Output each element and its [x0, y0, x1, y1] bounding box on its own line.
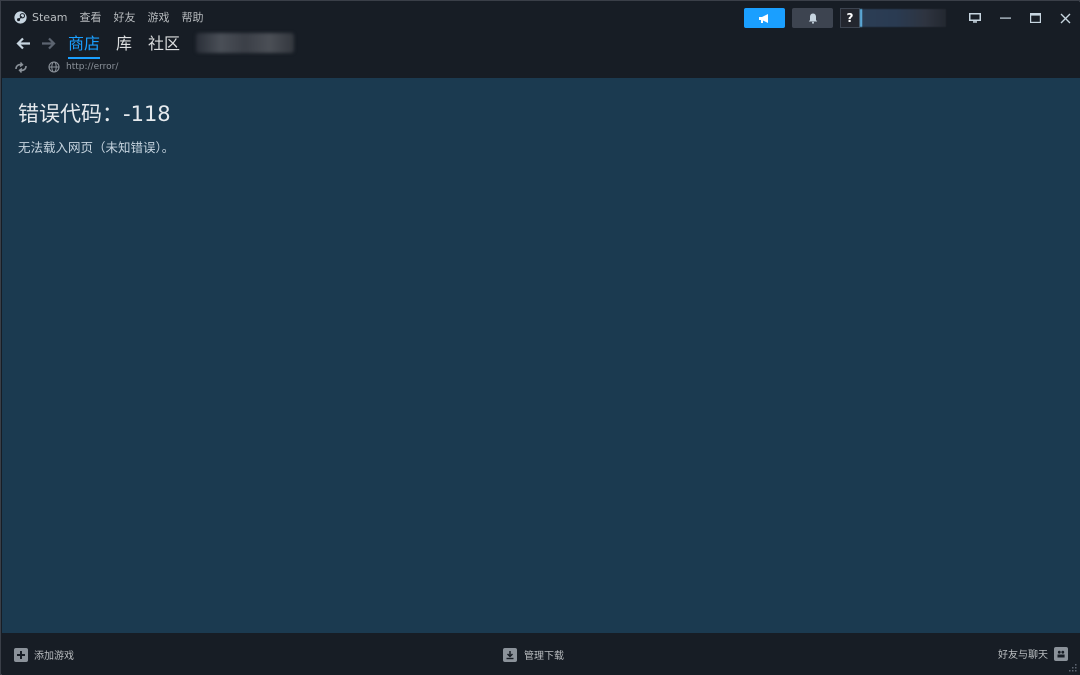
- maximize-button[interactable]: [1020, 8, 1050, 28]
- error-message: 无法载入网页（未知错误）。: [18, 140, 175, 155]
- menu-steam[interactable]: Steam: [14, 11, 68, 24]
- plus-square-icon: [14, 647, 28, 662]
- title-bar: Steam 查看 好友 游戏 帮助 ? 商店 库 社区 http://error…: [2, 2, 1080, 78]
- arrow-left-icon: [15, 37, 30, 49]
- friends-chat-button[interactable]: 好友与聊天: [998, 646, 1068, 661]
- url-bar: http://error/: [14, 59, 118, 75]
- arrow-right-icon: [41, 37, 56, 49]
- menu-steam-label: Steam: [32, 10, 68, 24]
- help-button[interactable]: ?: [840, 8, 860, 28]
- add-game-button[interactable]: 添加游戏: [14, 647, 74, 662]
- megaphone-icon: [759, 13, 768, 23]
- add-game-label: 添加游戏: [34, 651, 74, 662]
- download-icon: [503, 647, 517, 662]
- error-page: 错误代码：-118 无法载入网页（未知错误）。: [2, 78, 1080, 633]
- manage-downloads-button[interactable]: 管理下载: [503, 647, 564, 662]
- friends-icon: [1054, 646, 1068, 661]
- steam-logo-icon: [14, 10, 27, 24]
- monitor-icon: [969, 13, 981, 23]
- reload-icon[interactable]: [14, 61, 28, 73]
- error-title: 错误代码：-118: [18, 102, 171, 126]
- minimize-button[interactable]: [990, 8, 1020, 28]
- back-button[interactable]: [12, 32, 34, 54]
- forward-button[interactable]: [37, 32, 59, 54]
- menu-view[interactable]: 查看: [80, 9, 102, 25]
- steam-window: Steam 查看 好友 游戏 帮助 ? 商店 库 社区 http://error…: [0, 0, 1080, 675]
- window-controls: [960, 8, 1080, 28]
- footer-bar: 添加游戏 管理下载 好友与聊天: [2, 633, 1080, 675]
- account-name-redacted[interactable]: [860, 9, 946, 27]
- nav-row: 商店 库 社区: [12, 30, 295, 59]
- menu-friends[interactable]: 好友: [114, 9, 136, 25]
- big-picture-button[interactable]: [960, 8, 990, 28]
- maximize-icon: [1029, 13, 1041, 23]
- menu-bar: Steam 查看 好友 游戏 帮助: [14, 8, 204, 26]
- tab-profile-redacted[interactable]: [196, 33, 295, 53]
- top-right-controls: ?: [744, 8, 1080, 28]
- resize-grip-icon[interactable]: [1068, 663, 1077, 672]
- close-button[interactable]: [1050, 8, 1080, 28]
- tab-community[interactable]: 社区: [148, 30, 180, 56]
- menu-games[interactable]: 游戏: [148, 9, 170, 25]
- tab-library[interactable]: 库: [116, 30, 132, 56]
- main-tabs: 商店 库 社区: [68, 30, 180, 59]
- bell-icon: [808, 13, 817, 24]
- close-icon: [1060, 13, 1070, 23]
- tab-store[interactable]: 商店: [68, 30, 101, 59]
- menu-help[interactable]: 帮助: [182, 9, 204, 25]
- url-text[interactable]: http://error/: [66, 62, 118, 72]
- friends-chat-label: 好友与聊天: [998, 650, 1048, 661]
- globe-icon: [48, 61, 60, 73]
- manage-downloads-label: 管理下载: [524, 651, 564, 662]
- announcements-button[interactable]: [744, 8, 785, 28]
- minimize-icon: [999, 17, 1011, 19]
- notifications-button[interactable]: [792, 8, 833, 28]
- account-menu[interactable]: ?: [840, 8, 946, 28]
